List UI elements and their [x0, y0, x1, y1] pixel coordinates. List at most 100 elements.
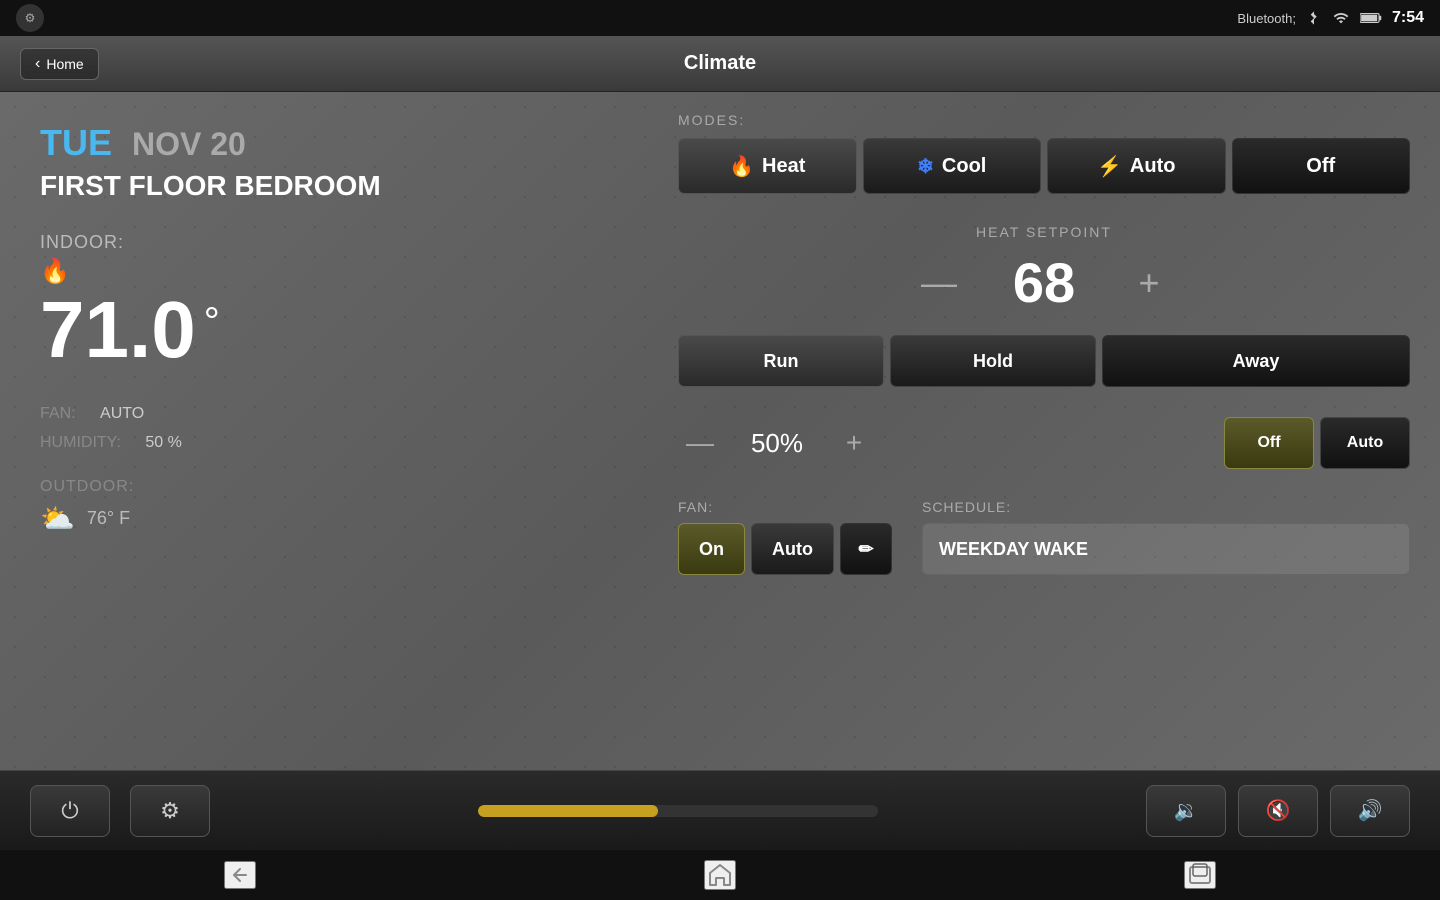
outdoor-label: OUTDOOR:: [40, 478, 608, 496]
wifi-icon: [1332, 10, 1350, 26]
schedule-section: SCHEDULE: WEEKDAY WAKE: [922, 499, 1410, 575]
status-bar: ⚙ Bluetooth; 7:54: [0, 0, 1440, 36]
flame-icon: 🔥: [40, 257, 608, 286]
hold-button[interactable]: Hold: [890, 335, 1096, 387]
bluetooth-icon: Bluetooth;: [1237, 11, 1296, 26]
humidity-label: HUMIDITY:: [40, 434, 121, 451]
fan-auto-label: Auto: [772, 539, 813, 559]
fan-auto-button[interactable]: Auto: [751, 523, 834, 575]
humidity-increase-icon: +: [846, 427, 862, 458]
humidity-increase-button[interactable]: +: [832, 421, 876, 465]
volume-up-button[interactable]: 🔊: [1330, 785, 1410, 837]
page-title: Climate: [684, 52, 756, 75]
increase-icon: +: [1138, 265, 1159, 301]
bluetooth-icon: [1306, 10, 1322, 26]
outdoor-info: ⛅ 76° F: [40, 502, 608, 535]
humidity-percent: 50%: [742, 428, 812, 459]
home-nav-icon: [706, 862, 734, 888]
recents-button[interactable]: [1184, 861, 1216, 889]
mode-buttons-group: 🔥 Heat ❄ Cool ⚡ Auto Off: [678, 138, 1410, 194]
progress-bar-container: [230, 805, 1126, 817]
home-label: Home: [46, 56, 83, 72]
recents-icon: [1186, 863, 1214, 887]
home-nav-button[interactable]: [704, 860, 736, 890]
heat-label: Heat: [762, 155, 805, 178]
humidity-control: — 50% +: [678, 421, 1204, 465]
day-display: TUE: [40, 122, 112, 164]
schedule-buttons-group: Run Hold Away: [678, 335, 1410, 387]
away-button[interactable]: Away: [1102, 335, 1410, 387]
fan-buttons-group: On Auto ✏: [678, 523, 892, 575]
volume-down-button[interactable]: 🔉: [1146, 785, 1226, 837]
power-button[interactable]: ⏻: [30, 785, 110, 837]
home-button[interactable]: ‹ Home: [20, 48, 99, 80]
battery-icon: [1360, 11, 1382, 25]
mode-auto-button[interactable]: ⚡ Auto: [1047, 138, 1226, 194]
volume-down-icon: 🔉: [1174, 798, 1199, 823]
fan-edit-button[interactable]: ✏: [840, 523, 892, 575]
android-nav: [0, 850, 1440, 900]
degree-symbol: °: [204, 300, 220, 345]
fan-on-label: On: [699, 539, 724, 559]
back-chevron-icon: ‹: [35, 55, 40, 73]
humidity-auto-button[interactable]: Auto: [1320, 417, 1410, 469]
volume-up-icon: 🔊: [1358, 798, 1383, 823]
progress-fill: [478, 805, 658, 817]
schedule-value: WEEKDAY WAKE: [922, 523, 1410, 575]
settings-button[interactable]: ⚙: [130, 785, 210, 837]
fan-row: FAN: AUTO: [40, 400, 608, 429]
main-content: TUE NOV 20 FIRST FLOOR BEDROOM INDOOR: 🔥…: [0, 92, 1440, 770]
back-button[interactable]: [224, 861, 256, 889]
setpoint-label: HEAT SETPOINT: [678, 224, 1410, 240]
setpoint-value: 68: [1004, 250, 1084, 315]
indoor-temp: 71.0: [40, 290, 196, 370]
fan-humidity-section: FAN: AUTO HUMIDITY: 50 %: [40, 400, 608, 458]
gear-icon: ⚙: [160, 798, 180, 824]
setpoint-increase-button[interactable]: +: [1124, 258, 1174, 308]
temp-display: 71.0 °: [40, 290, 608, 370]
indoor-section: INDOOR: 🔥 71.0 °: [40, 232, 608, 370]
progress-bar: [478, 805, 878, 817]
back-arrow-icon: [226, 863, 254, 887]
mode-cool-button[interactable]: ❄ Cool: [863, 138, 1042, 194]
cool-icon: ❄: [917, 154, 934, 179]
hold-label: Hold: [973, 351, 1013, 371]
status-icons: Bluetooth; 7:54: [1237, 9, 1424, 27]
heat-icon: 🔥: [729, 154, 754, 179]
mute-icon: 🔇: [1266, 798, 1291, 823]
heat-setpoint-section: HEAT SETPOINT — 68 +: [678, 224, 1410, 315]
cool-label: Cool: [942, 155, 986, 178]
location-display: FIRST FLOOR BEDROOM: [40, 170, 608, 202]
outdoor-temp: 76° F: [87, 508, 130, 529]
fan-on-button[interactable]: On: [678, 523, 745, 575]
fan-value: AUTO: [100, 405, 144, 422]
schedule-section-label: SCHEDULE:: [922, 499, 1410, 515]
indoor-label: INDOOR:: [40, 232, 608, 253]
outdoor-section: OUTDOOR: ⛅ 76° F: [40, 478, 608, 535]
run-button[interactable]: Run: [678, 335, 884, 387]
humidity-auto-label: Auto: [1347, 434, 1383, 451]
mode-off-button[interactable]: Off: [1232, 138, 1411, 194]
setpoint-control: — 68 +: [678, 250, 1410, 315]
humidity-decrease-icon: —: [686, 427, 714, 458]
right-toolbar-buttons: 🔉 🔇 🔊: [1146, 785, 1410, 837]
setpoint-decrease-button[interactable]: —: [914, 258, 964, 308]
date-display: NOV 20: [132, 126, 246, 163]
humidity-value: 50 %: [145, 434, 181, 451]
right-panel: MODES: 🔥 Heat ❄ Cool ⚡ Auto Off HEAT SET…: [648, 92, 1440, 770]
auto-icon: ⚡: [1097, 154, 1122, 179]
away-label: Away: [1233, 351, 1280, 371]
bottom-toolbar: ⏻ ⚙ 🔉 🔇 🔊: [0, 770, 1440, 850]
weather-icon: ⛅: [40, 502, 75, 535]
pencil-icon: ✏: [858, 539, 873, 560]
humidity-off-button[interactable]: Off: [1224, 417, 1314, 469]
run-label: Run: [764, 351, 799, 371]
decrease-icon: —: [921, 265, 957, 301]
mute-button[interactable]: 🔇: [1238, 785, 1318, 837]
humidity-decrease-button[interactable]: —: [678, 421, 722, 465]
auto-label: Auto: [1130, 155, 1176, 178]
power-icon: ⏻: [61, 798, 78, 824]
off-label: Off: [1306, 155, 1335, 178]
humidity-toggle-group: Off Auto: [1224, 417, 1410, 469]
mode-heat-button[interactable]: 🔥 Heat: [678, 138, 857, 194]
